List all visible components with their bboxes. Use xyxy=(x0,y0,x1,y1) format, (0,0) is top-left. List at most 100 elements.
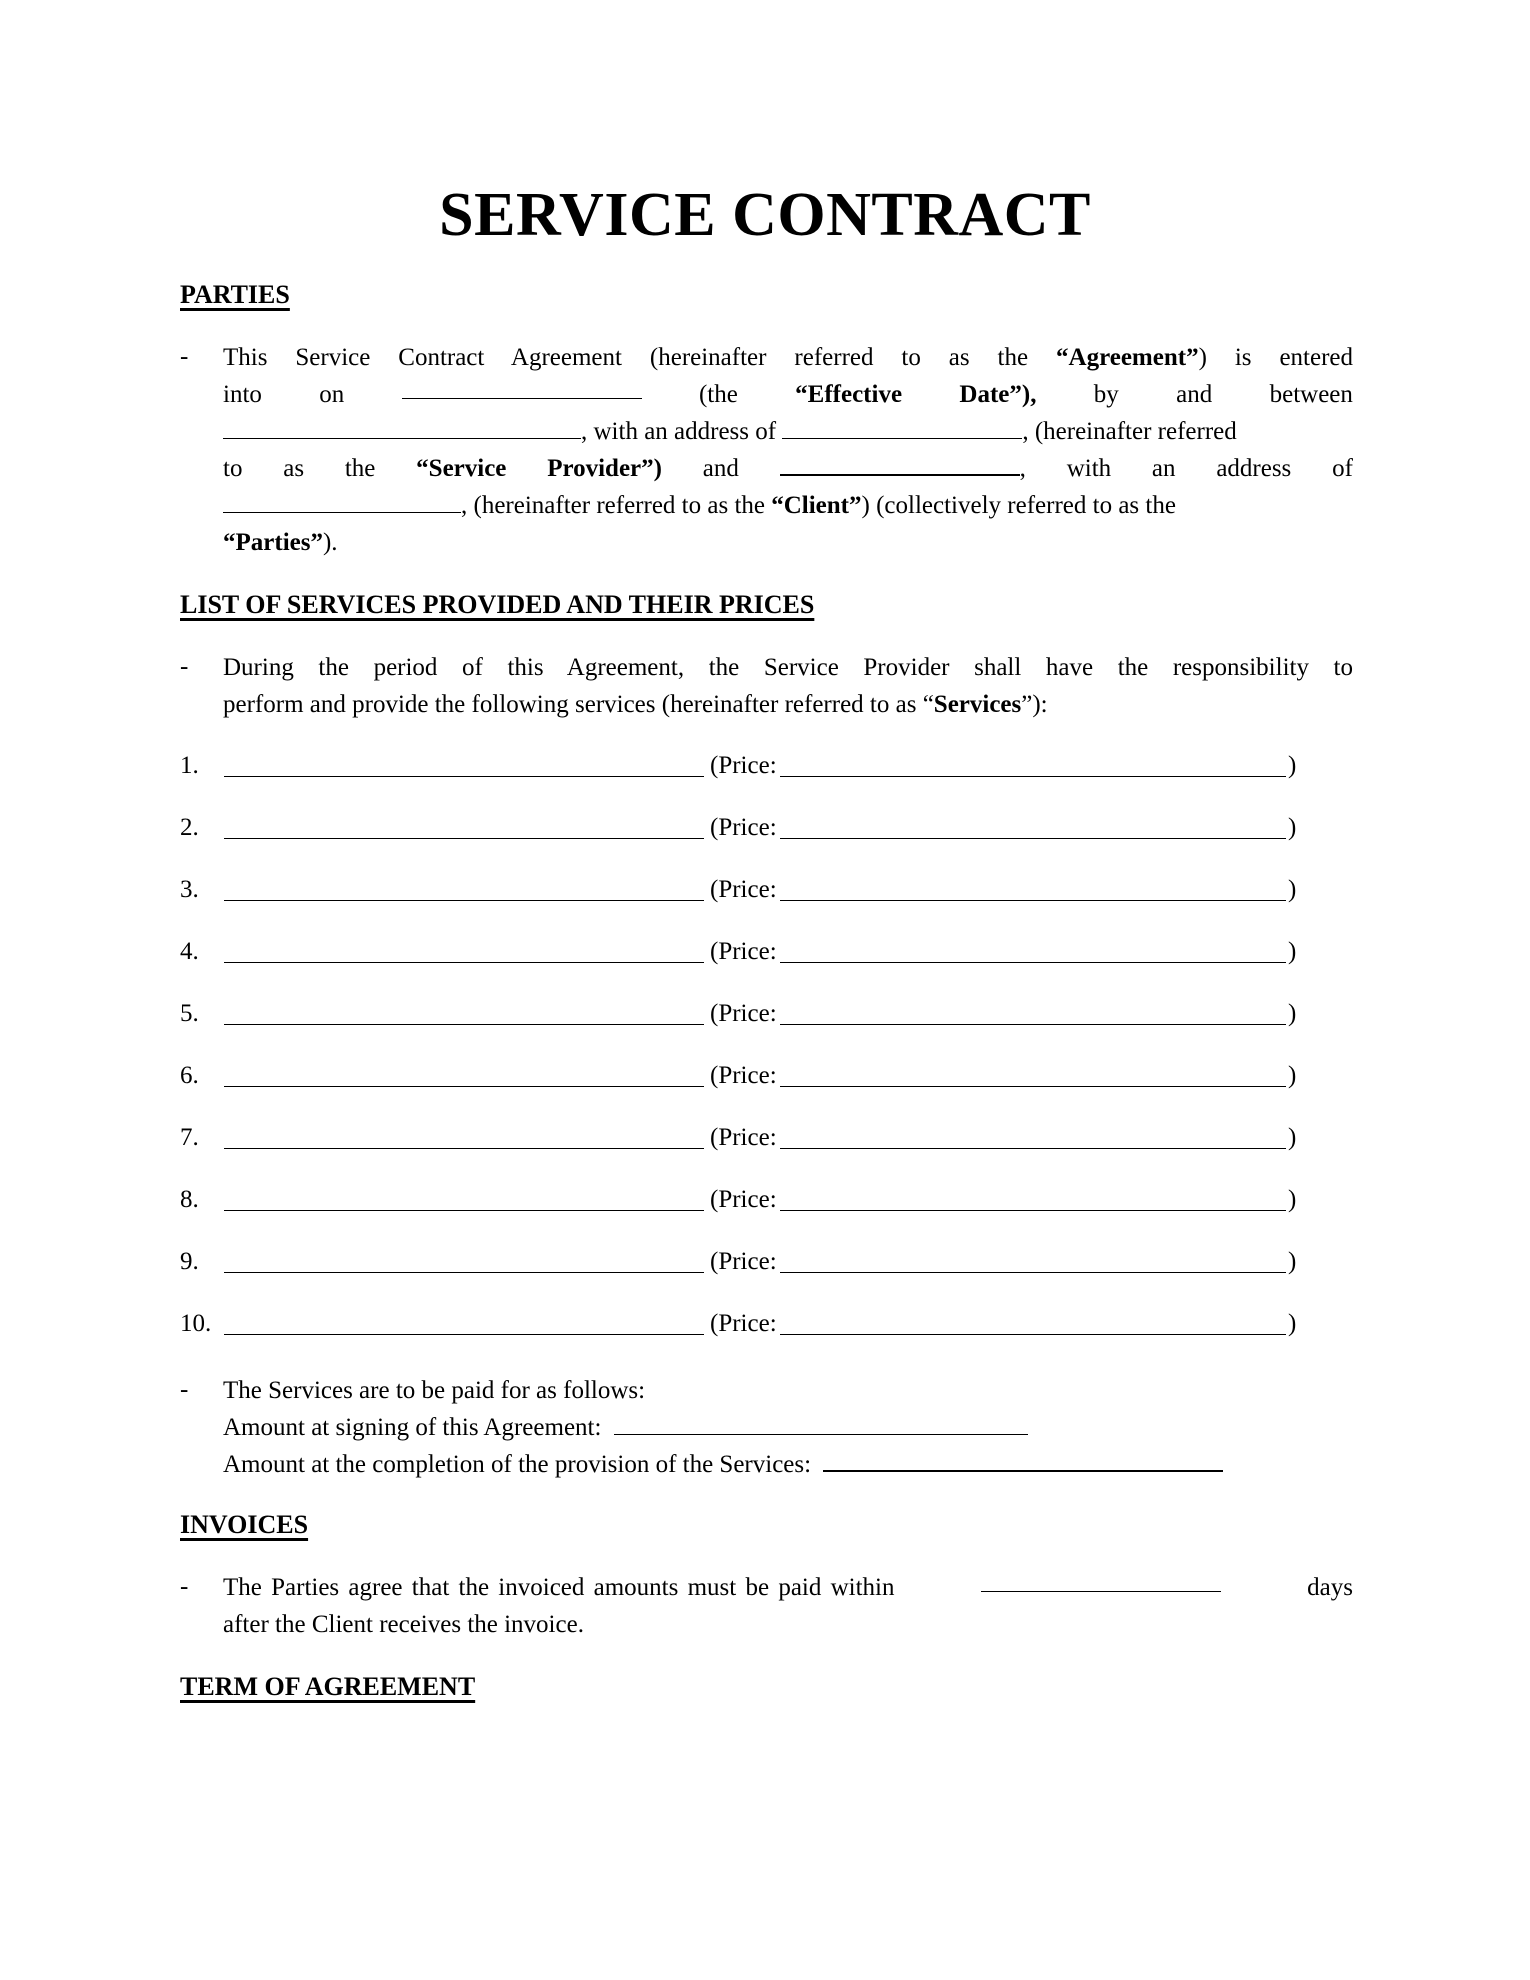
service-description-field[interactable] xyxy=(224,1024,704,1025)
amount-signing-field[interactable] xyxy=(613,1412,1028,1435)
text: ”): xyxy=(1021,691,1048,718)
service-provider-address-field[interactable] xyxy=(782,416,1023,439)
price-label: (Price: xyxy=(710,814,777,841)
price-field[interactable] xyxy=(780,1334,1286,1335)
section-heading-invoices: INVOICES xyxy=(180,1510,309,1539)
service-description-field[interactable] xyxy=(224,1334,704,1335)
price-label: (Price: xyxy=(710,938,777,965)
service-number: 5. xyxy=(180,1000,199,1027)
service-description-field[interactable] xyxy=(224,1086,704,1087)
payment-intro: The Services are to be paid for as follo… xyxy=(223,1377,646,1404)
text: of xyxy=(1332,455,1353,482)
amount-completion-label: Amount at the completion of the provisio… xyxy=(223,1451,812,1478)
text: ). xyxy=(322,529,338,556)
services-intro-line-1: During the period of this Agreement, the… xyxy=(223,654,1353,681)
text: ) is entered xyxy=(1198,344,1353,371)
service-description-field[interactable] xyxy=(224,1210,704,1211)
price-field[interactable] xyxy=(780,900,1286,901)
amount-signing-label: Amount at signing of this Agreement: xyxy=(223,1414,602,1441)
bullet-dash: - xyxy=(180,343,189,370)
service-number: 9. xyxy=(180,1248,199,1275)
section-heading-term: TERM OF AGREEMENT xyxy=(180,1672,476,1701)
defined-term-date: Date”), xyxy=(959,381,1037,408)
price-close-paren: ) xyxy=(1288,1000,1297,1027)
price-label: (Price: xyxy=(710,1310,777,1337)
defined-term-client: “Client” xyxy=(771,492,862,519)
text: , (hereinafter referred to as the xyxy=(461,492,772,519)
service-description-field[interactable] xyxy=(224,838,704,839)
text: The Parties agree that the invoiced amou… xyxy=(223,1574,895,1601)
defined-term-provider: Provider”) xyxy=(547,455,662,482)
text: on xyxy=(319,381,345,408)
defined-term-agreement: “Agreement” xyxy=(1056,344,1199,371)
text: an xyxy=(1151,455,1176,482)
text: , with an address of xyxy=(581,418,783,445)
effective-date-field[interactable] xyxy=(401,376,642,399)
price-field[interactable] xyxy=(780,838,1286,839)
service-number: 1. xyxy=(180,752,199,779)
payment-days-field[interactable] xyxy=(980,1569,1221,1592)
service-description-field[interactable] xyxy=(224,776,704,777)
text: , (hereinafter referred xyxy=(1022,418,1237,445)
price-field[interactable] xyxy=(780,1024,1286,1025)
price-field[interactable] xyxy=(780,776,1286,777)
service-number: 8. xyxy=(180,1186,199,1213)
price-close-paren: ) xyxy=(1288,1062,1297,1089)
price-close-paren: ) xyxy=(1288,1248,1297,1275)
text: the xyxy=(344,455,376,482)
service-description-field[interactable] xyxy=(224,1272,704,1273)
price-label: (Price: xyxy=(710,1000,777,1027)
price-close-paren: ) xyxy=(1288,1186,1297,1213)
client-address-field[interactable] xyxy=(223,490,461,513)
text: between xyxy=(1269,381,1353,408)
price-close-paren: ) xyxy=(1288,938,1297,965)
price-field[interactable] xyxy=(780,1148,1286,1149)
text: perform and provide the following servic… xyxy=(223,691,934,718)
section-heading-parties: PARTIES xyxy=(180,280,290,309)
price-field[interactable] xyxy=(780,1272,1286,1273)
parties-line-6: “Parties”). xyxy=(223,524,338,561)
service-description-field[interactable] xyxy=(224,900,704,901)
price-label: (Price: xyxy=(710,1248,777,1275)
text: address xyxy=(1216,455,1292,482)
parties-line-4: to as the “Service Provider”) and , with… xyxy=(223,450,1353,487)
price-close-paren: ) xyxy=(1288,1310,1297,1337)
text: (the xyxy=(698,381,738,408)
service-provider-name-field[interactable] xyxy=(223,416,581,439)
text: with xyxy=(1066,455,1112,482)
price-label: (Price: xyxy=(710,1062,777,1089)
amount-completion-line: Amount at the completion of the provisio… xyxy=(223,1446,1224,1483)
price-field[interactable] xyxy=(780,1086,1286,1087)
text: and xyxy=(1176,381,1213,408)
defined-term-parties: “Parties” xyxy=(223,529,323,556)
services-intro-line-2: perform and provide the following servic… xyxy=(223,686,1048,723)
parties-line-2: into on (the “Effective Date”), by and b… xyxy=(223,376,1353,413)
invoices-line-2: after the Client receives the invoice. xyxy=(223,1611,584,1638)
text: to xyxy=(223,455,243,482)
bullet-dash: - xyxy=(180,1573,189,1600)
service-number: 2. xyxy=(180,814,199,841)
service-description-field[interactable] xyxy=(224,962,704,963)
defined-term-effective: “Effective xyxy=(795,381,903,408)
text: by xyxy=(1093,381,1119,408)
text: days xyxy=(1307,1574,1353,1601)
service-number: 3. xyxy=(180,876,199,903)
amount-signing-line: Amount at signing of this Agreement: xyxy=(223,1409,1028,1446)
text: ) (collectively referred to as the xyxy=(861,492,1176,519)
text: This Service Contract Agreement (hereina… xyxy=(223,344,1057,371)
service-description-field[interactable] xyxy=(224,1148,704,1149)
text: , xyxy=(1019,455,1026,482)
price-label: (Price: xyxy=(710,1124,777,1151)
parties-line-1: This Service Contract Agreement (hereina… xyxy=(223,339,1353,376)
document-title: SERVICE CONTRACT xyxy=(439,181,1091,249)
text: into xyxy=(223,381,262,408)
service-number: 4. xyxy=(180,938,199,965)
price-field[interactable] xyxy=(780,1210,1286,1211)
amount-completion-field[interactable] xyxy=(823,1448,1224,1472)
client-name-field[interactable] xyxy=(779,452,1020,476)
price-field[interactable] xyxy=(780,962,1286,963)
service-number: 7. xyxy=(180,1124,199,1151)
parties-line-5: , (hereinafter referred to as the “Clien… xyxy=(223,487,1353,524)
section-heading-services: LIST OF SERVICES PROVIDED AND THEIR PRIC… xyxy=(180,590,815,619)
price-close-paren: ) xyxy=(1288,1124,1297,1151)
